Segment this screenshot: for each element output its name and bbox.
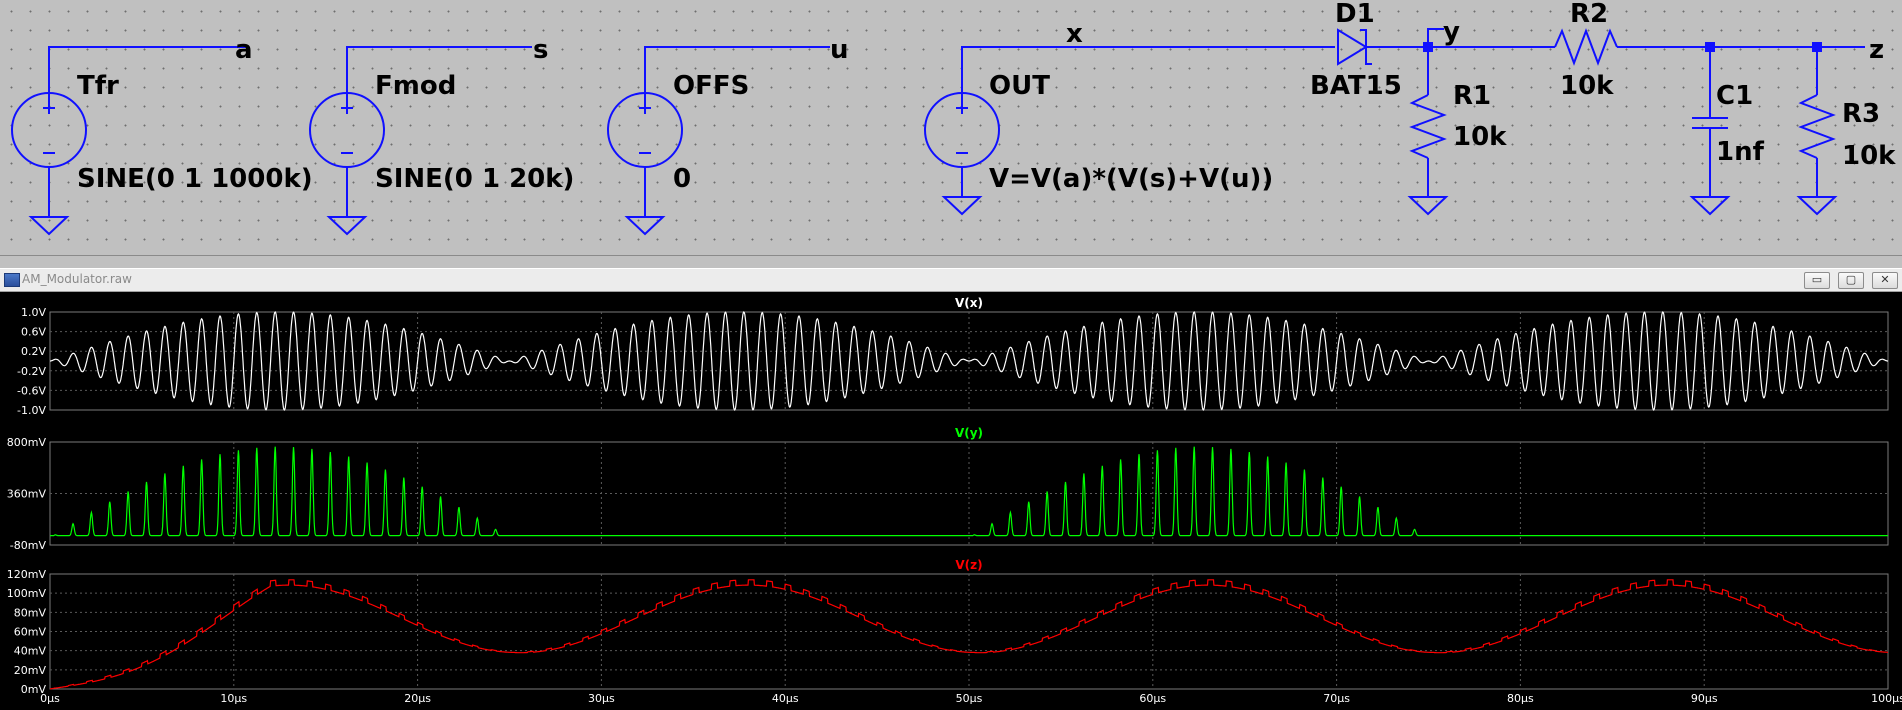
plot-title: V(x) <box>955 296 983 310</box>
schematic-canvas[interactable]: Tfr SINE(0 1 1000k) a Fmod SINE(0 1 20k)… <box>0 0 1902 256</box>
x-tick-label: 80µs <box>1507 692 1534 705</box>
minimize-button[interactable]: ▭ <box>1804 272 1830 289</box>
source-value: SINE(0 1 1000k) <box>77 164 313 194</box>
y-tick-label: 360mV <box>7 488 47 501</box>
y-tick-label: 1.0V <box>21 306 46 319</box>
y-tick-label: 800mV <box>7 436 47 449</box>
resistor-icon <box>1409 94 1447 159</box>
y-tick-label: -0.2V <box>17 365 46 378</box>
resistor-icon <box>1798 94 1836 159</box>
plot-title: V(y) <box>955 426 983 440</box>
source-name: Tfr <box>77 71 119 101</box>
x-tick-label: 0µs <box>40 692 60 705</box>
ground-icon <box>1407 196 1449 216</box>
ground-icon <box>326 216 368 236</box>
diode-icon <box>1337 28 1368 66</box>
net-label: s <box>533 35 548 65</box>
ground-icon <box>624 216 666 236</box>
ground-icon <box>1689 196 1731 216</box>
resistor-value: 10k <box>1453 122 1507 152</box>
source-value: SINE(0 1 20k) <box>375 164 574 194</box>
x-tick-label: 60µs <box>1139 692 1166 705</box>
y-tick-label: 100mV <box>7 587 47 600</box>
capacitor-name: C1 <box>1716 81 1753 111</box>
net-label: a <box>235 35 253 65</box>
ground-icon <box>28 216 70 236</box>
x-tick-label: 20µs <box>404 692 431 705</box>
x-tick-label: 40µs <box>772 692 799 705</box>
ground-icon <box>941 196 983 216</box>
y-tick-label: -1.0V <box>17 404 46 417</box>
y-tick-label: 60mV <box>14 626 47 639</box>
resistor-value: 10k <box>1560 71 1614 101</box>
net-label: u <box>830 35 849 65</box>
x-tick-label: 50µs <box>956 692 983 705</box>
y-tick-label: 40mV <box>14 645 47 658</box>
source-tfr[interactable]: Tfr SINE(0 1 1000k) a <box>11 35 313 236</box>
window-title: AM_Modulator.raw <box>22 272 132 286</box>
source-name: OUT <box>989 71 1050 101</box>
resistor-name: R2 <box>1570 0 1608 29</box>
source-fmod[interactable]: Fmod SINE(0 1 20k) s <box>309 35 574 236</box>
waveform-viewer-window[interactable]: AM_Modulator.raw ▭ ▢ ✕ V(x) 1.0V 0.6V 0.2V -… <box>0 268 1902 710</box>
restore-button[interactable]: ▢ <box>1838 272 1864 289</box>
plot-title: V(z) <box>955 558 982 572</box>
waveform-app-icon <box>4 273 20 287</box>
y-tick-label: 0.2V <box>21 345 46 358</box>
resistor-value: 10k <box>1842 141 1896 171</box>
waveform-plots: V(x) 1.0V 0.6V 0.2V -0.2V -0.6V -1.0V V(y) 800mV… <box>7 296 1902 705</box>
series-line-vx <box>50 310 1888 412</box>
y-tick-label: -80mV <box>10 539 47 552</box>
diode-d1[interactable]: D1 BAT15 <box>1310 0 1428 101</box>
source-name: Fmod <box>375 71 456 101</box>
net-label-y: y <box>1443 17 1460 47</box>
source-name: OFFS <box>673 71 749 101</box>
y-tick-label: 20mV <box>14 664 47 677</box>
net-label: x <box>1066 19 1083 49</box>
y-tick-label: -0.6V <box>17 384 46 397</box>
ground-icon <box>1796 196 1838 216</box>
x-tick-label: 90µs <box>1691 692 1718 705</box>
resistor-icon <box>1554 28 1618 66</box>
resistor-name: R1 <box>1453 81 1491 111</box>
plot-area[interactable]: V(x) 1.0V 0.6V 0.2V -0.2V -0.6V -1.0V V(y) 800mV… <box>0 292 1902 710</box>
diode-name: D1 <box>1335 0 1375 29</box>
close-button[interactable]: ✕ <box>1872 272 1898 289</box>
source-offs[interactable]: OFFS 0 u <box>607 35 849 236</box>
y-tick-label: 120mV <box>7 568 47 581</box>
y-tick-label: 80mV <box>14 606 47 619</box>
x-tick-label: 10µs <box>220 692 247 705</box>
schematic-drawing: Tfr SINE(0 1 1000k) a Fmod SINE(0 1 20k)… <box>11 0 1896 236</box>
net-label-z: z <box>1869 35 1884 65</box>
x-tick-label: 100µs <box>1871 692 1902 705</box>
source-value: V=V(a)*(V(s)+V(u)) <box>989 164 1273 194</box>
capacitor-c1[interactable]: C1 1nf <box>1689 42 1765 216</box>
resistor-r3[interactable]: z R3 10k <box>1710 35 1896 216</box>
source-out[interactable]: OUT V=V(a)*(V(s)+V(u)) x <box>924 19 1335 216</box>
diode-model: BAT15 <box>1310 71 1402 101</box>
resistor-name: R3 <box>1842 99 1880 129</box>
y-tick-label: 0.6V <box>21 326 46 339</box>
capacitor-value: 1nf <box>1716 137 1765 167</box>
x-tick-label: 70µs <box>1323 692 1350 705</box>
window-titlebar[interactable]: AM_Modulator.raw ▭ ▢ ✕ <box>0 269 1902 292</box>
source-value: 0 <box>673 164 691 194</box>
x-tick-label: 30µs <box>588 692 615 705</box>
